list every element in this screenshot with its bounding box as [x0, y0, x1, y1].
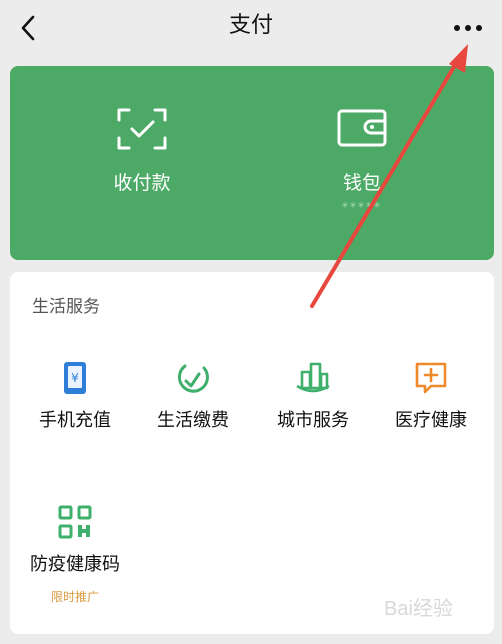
medical-health-icon	[415, 362, 447, 394]
svg-text:¥: ¥	[71, 371, 79, 385]
wallet-label: 钱包	[342, 172, 381, 194]
top-bar: 支付	[0, 0, 502, 56]
more-dots-icon	[454, 25, 482, 31]
bill-payment-label: 生活缴费	[157, 410, 229, 431]
wallet-icon	[337, 109, 387, 147]
receive-pay-button[interactable]: 收付款	[52, 66, 232, 260]
qr-code-icon	[58, 505, 92, 539]
life-services-card: 生活服务 ¥ 手机充值 生活缴费 城市服务 医疗健康 防疫健康码 限时推广	[10, 272, 494, 634]
health-code-label: 防疫健康码	[30, 554, 120, 575]
medical-health-label: 医疗健康	[395, 410, 467, 431]
wallet-balance-mask: *****	[342, 200, 382, 214]
section-title: 生活服务	[32, 297, 100, 317]
city-service-label: 城市服务	[277, 410, 349, 431]
phone-recharge-icon: ¥	[64, 362, 86, 394]
bill-payment-button[interactable]: 生活缴费	[133, 360, 253, 470]
receive-pay-label: 收付款	[113, 172, 171, 194]
phone-recharge-button[interactable]: ¥ 手机充值	[15, 360, 135, 470]
phone-recharge-label: 手机充值	[39, 410, 111, 431]
city-service-icon	[296, 362, 330, 393]
promo-tag: 限时推广	[50, 590, 99, 604]
wallet-card: 收付款 钱包 *****	[10, 66, 494, 260]
scan-check-icon	[117, 108, 167, 150]
watermark: Bai经验	[384, 598, 453, 620]
bill-payment-icon	[177, 364, 209, 393]
page-title: 支付	[228, 13, 273, 38]
wallet-button[interactable]: 钱包 *****	[272, 66, 452, 260]
health-code-button[interactable]: 防疫健康码 限时推广	[15, 504, 135, 614]
medical-health-button[interactable]: 医疗健康	[371, 360, 491, 470]
more-button[interactable]	[448, 12, 488, 44]
city-service-button[interactable]: 城市服务	[253, 360, 373, 470]
